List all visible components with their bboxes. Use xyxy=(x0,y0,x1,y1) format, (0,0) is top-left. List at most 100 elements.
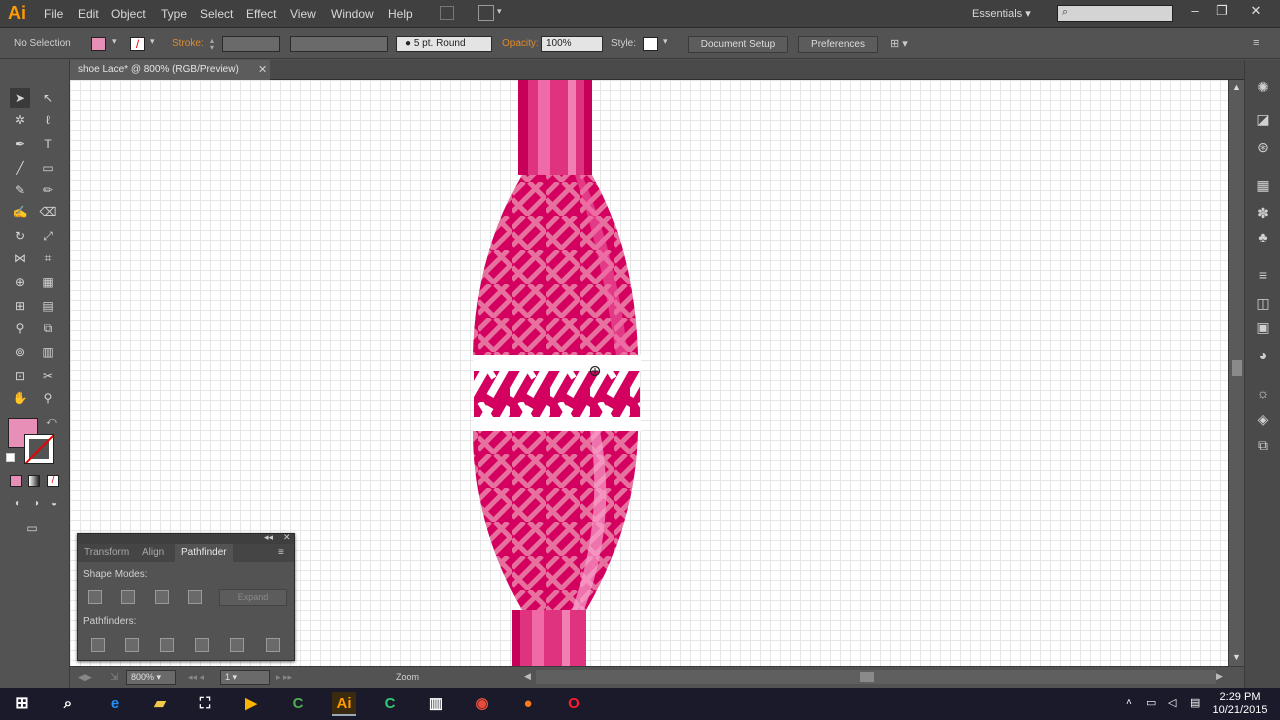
scale-tool-icon[interactable]: ⤢ xyxy=(38,226,58,246)
preferences-button[interactable]: Preferences xyxy=(798,36,878,53)
symbol-sprayer-tool-icon[interactable]: ⊚ xyxy=(10,342,30,362)
screen-mode-icon[interactable]: ▭ xyxy=(22,518,42,538)
search-taskbar-icon[interactable]: ⌕ xyxy=(56,692,80,716)
unite-icon[interactable] xyxy=(88,590,102,604)
status-nav-icon[interactable]: ◀▶ xyxy=(78,672,92,683)
gradient-tool-icon[interactable]: ▤ xyxy=(38,296,58,316)
show-hidden-icons[interactable]: ˄ xyxy=(1126,697,1132,708)
type-tool-icon[interactable]: T xyxy=(38,134,58,154)
default-colors-icon[interactable] xyxy=(6,453,15,462)
document-tab[interactable]: shoe Lace* @ 800% (RGB/Preview) xyxy=(70,60,270,80)
artboard-next-icon[interactable]: ▸ ▸▸ xyxy=(276,672,292,683)
hand-tool-icon[interactable]: ✋ xyxy=(10,388,30,408)
graphic-style-swatch[interactable] xyxy=(643,37,658,51)
workspace-switcher[interactable]: Essentials ▾ xyxy=(972,7,1031,20)
arrange-icon[interactable]: ⊞ ▾ xyxy=(890,37,908,50)
restore-button[interactable]: ❐ xyxy=(1212,3,1232,19)
symbols-icon[interactable]: ♣ xyxy=(1254,228,1272,246)
opacity-field[interactable]: 100% xyxy=(541,36,603,52)
draw-inside-icon[interactable]: ◒ xyxy=(44,494,64,514)
taskbar-clock[interactable]: 2:29 PM 10/21/2015 xyxy=(1210,691,1270,717)
camtasia-recorder-icon[interactable]: C xyxy=(378,692,402,716)
menu-view[interactable]: View xyxy=(290,7,316,21)
stroke-color-swatch[interactable] xyxy=(24,434,54,464)
document-setup-button[interactable]: Document Setup xyxy=(688,36,788,53)
transparency-icon[interactable]: ◫ xyxy=(1254,294,1272,312)
close-button[interactable]: ✕ xyxy=(1246,3,1266,19)
notification-icon[interactable]: ▤ xyxy=(1190,696,1200,709)
gradient-mode-icon[interactable] xyxy=(28,475,40,487)
zoom-level-field[interactable]: 800% ▾ xyxy=(126,670,176,685)
variable-width-field[interactable] xyxy=(290,36,388,52)
layers-icon[interactable]: ◈ xyxy=(1254,410,1272,428)
artboard-number-field[interactable]: 1 ▾ xyxy=(220,670,270,685)
close-panel-icon[interactable]: ✕ xyxy=(283,532,291,543)
close-document-icon[interactable]: ✕ xyxy=(258,60,267,80)
magic-wand-tool-icon[interactable]: ✲ xyxy=(10,110,30,130)
merge-icon[interactable] xyxy=(160,638,174,652)
tab-transform[interactable]: Transform xyxy=(84,544,129,562)
none-mode-icon[interactable]: / xyxy=(47,475,59,487)
tab-align[interactable]: Align xyxy=(142,544,164,562)
divide-icon[interactable] xyxy=(91,638,105,652)
artboard-prev-icon[interactable]: ◂◂ ◂ xyxy=(188,672,204,683)
panel-menu-icon[interactable]: ≡ xyxy=(278,547,284,558)
pen-tool-icon[interactable]: ✒ xyxy=(10,134,30,154)
menu-help[interactable]: Help xyxy=(388,7,413,21)
hscroll-left-icon[interactable]: ◀ xyxy=(524,671,531,682)
color-guide-icon[interactable]: ◪ xyxy=(1254,110,1272,128)
line-tool-icon[interactable]: ╱ xyxy=(10,158,30,178)
color-panel-icon[interactable]: ✺ xyxy=(1254,78,1272,96)
exclude-icon[interactable] xyxy=(188,590,202,604)
draw-normal-icon[interactable]: ◐ xyxy=(8,494,28,514)
selection-tool-icon[interactable]: ➤ xyxy=(10,88,30,108)
hscroll-right-icon[interactable]: ▶ xyxy=(1216,671,1223,682)
network-icon[interactable]: ▭ xyxy=(1146,696,1156,709)
eraser-tool-icon[interactable]: ⌫ xyxy=(38,202,58,222)
opera-icon[interactable]: O xyxy=(562,692,586,716)
windows-start-icon[interactable]: ⊞ xyxy=(10,692,34,716)
panel-header[interactable]: ◂◂ ✕ xyxy=(78,532,294,544)
hscroll-thumb[interactable] xyxy=(860,672,874,682)
crop-icon[interactable] xyxy=(195,638,209,652)
brushes-icon[interactable]: ✽ xyxy=(1254,204,1272,222)
volume-icon[interactable]: ◁ xyxy=(1168,696,1176,709)
expand-button[interactable]: Expand xyxy=(219,589,287,606)
artboard-tool-icon[interactable]: ⊡ xyxy=(10,366,30,386)
chrome-icon[interactable]: ◉ xyxy=(470,692,494,716)
blend-tool-icon[interactable]: ⧉ xyxy=(38,318,58,338)
menu-effect[interactable]: Effect xyxy=(246,7,276,21)
style-dropdown-icon[interactable]: ▾ xyxy=(663,36,668,47)
stroke-label[interactable]: Stroke: xyxy=(172,38,204,49)
rectangle-tool-icon[interactable]: ▭ xyxy=(38,158,58,178)
firefox-icon[interactable]: ● xyxy=(516,692,540,716)
blob-brush-tool-icon[interactable]: ✍ xyxy=(10,202,30,222)
trim-icon[interactable] xyxy=(125,638,139,652)
minimize-button[interactable]: – xyxy=(1185,3,1205,18)
stroke-stepper-icon[interactable]: ▴ ▾ xyxy=(210,37,214,52)
shape-builder-tool-icon[interactable]: ⊕ xyxy=(10,272,30,292)
eyedropper-tool-icon[interactable]: ⚲ xyxy=(10,318,30,338)
fill-swatch[interactable] xyxy=(91,37,106,51)
pencil-tool-icon[interactable]: ✏ xyxy=(38,180,58,200)
menu-type[interactable]: Type xyxy=(161,7,187,21)
scroll-thumb[interactable] xyxy=(1232,360,1242,376)
stroke-none-swatch[interactable]: / xyxy=(130,37,145,51)
opacity-label[interactable]: Opacity: xyxy=(502,38,539,49)
store-icon[interactable]: ⛶ xyxy=(193,692,217,716)
scroll-up-icon[interactable]: ▲ xyxy=(1232,82,1241,92)
collapse-panel-icon[interactable]: ◂◂ xyxy=(264,532,273,543)
paintbrush-tool-icon[interactable]: ✎ xyxy=(10,180,30,200)
tab-pathfinder[interactable]: Pathfinder xyxy=(175,544,233,562)
appearance-icon[interactable]: ⊛ xyxy=(1254,138,1272,156)
menu-file[interactable]: File xyxy=(44,7,63,21)
intersect-icon[interactable] xyxy=(155,590,169,604)
lasso-tool-icon[interactable]: ℓ xyxy=(38,110,58,130)
illustrator-taskbar-icon[interactable]: Ai xyxy=(332,692,356,716)
scroll-down-icon[interactable]: ▼ xyxy=(1232,652,1241,662)
column-graph-tool-icon[interactable]: ▥ xyxy=(38,342,58,362)
width-tool-icon[interactable]: ⋈ xyxy=(10,248,30,268)
chevron-down-icon[interactable]: ▾ xyxy=(497,6,502,17)
stroke-panel-icon[interactable]: ≡ xyxy=(1254,266,1272,284)
mesh-tool-icon[interactable]: ⊞ xyxy=(10,296,30,316)
